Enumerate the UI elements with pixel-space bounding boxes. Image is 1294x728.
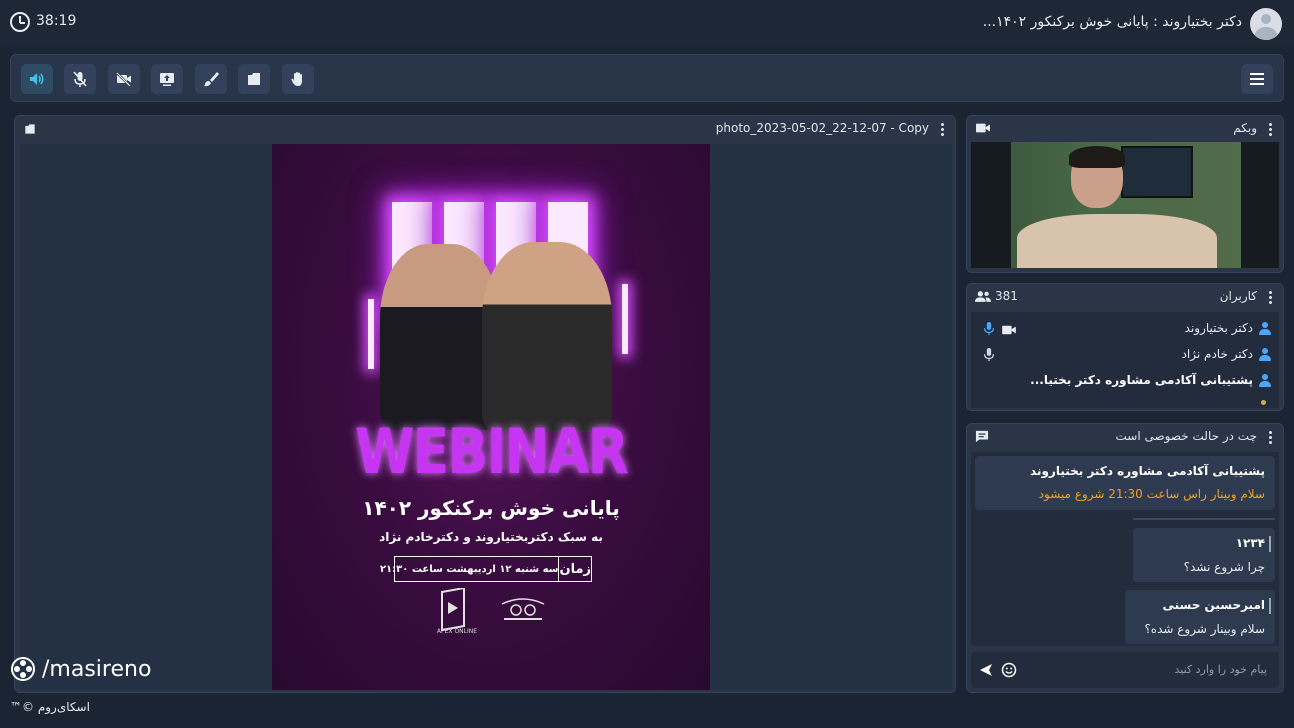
screen-share-button[interactable] bbox=[151, 64, 183, 94]
presentation-panel: photo_2023-05-02_22-12-07 - Copy WEBINAR… bbox=[14, 115, 956, 693]
top-bar: 38:19 دکتر بختیاروند : پایانی خوش برکنکو… bbox=[0, 0, 1294, 46]
speaker-icon bbox=[30, 73, 44, 85]
users-title: کاربران bbox=[1219, 289, 1257, 303]
neon-lamp bbox=[368, 299, 374, 369]
presentation-header: photo_2023-05-02_22-12-07 - Copy bbox=[15, 116, 955, 142]
screen-share-icon bbox=[160, 73, 174, 86]
person-body bbox=[1017, 214, 1217, 268]
person-hair bbox=[1069, 146, 1125, 168]
tv-screen bbox=[1121, 146, 1193, 198]
webcam-title: وبکم bbox=[1233, 121, 1257, 135]
chat-message-author: پشتیبانی آکادمی مشاوره دکتر بختیاروند bbox=[1030, 464, 1265, 478]
room-avatar[interactable] bbox=[1250, 8, 1282, 40]
quote-bar bbox=[1269, 598, 1271, 614]
toolbar bbox=[10, 54, 1284, 102]
poster-time-value: سه شنبه ۱۲ اردیبهشت ساعت ۲۱:۳۰ bbox=[379, 563, 559, 575]
presentation-options-icon[interactable] bbox=[937, 121, 947, 137]
chat-message-text: چرا شروع نشد؟ bbox=[1183, 560, 1265, 574]
watermark: /masireno bbox=[10, 654, 151, 684]
raise-hand-button[interactable] bbox=[282, 64, 314, 94]
speaker-button[interactable] bbox=[21, 64, 53, 94]
user-row[interactable]: دکتر خادم نژاد bbox=[971, 342, 1279, 368]
film-reel-icon bbox=[11, 657, 35, 681]
brand-label: اسکای‌روم ©™ bbox=[10, 700, 90, 714]
neon-lamp bbox=[622, 284, 628, 354]
poster-time-label: زمان bbox=[558, 557, 591, 581]
users-header: 381 کاربران bbox=[967, 284, 1283, 310]
poster-subtitle: به سبک دکتربختیاروند و دکترخادم نژاد bbox=[379, 530, 603, 544]
chat-icon bbox=[975, 430, 989, 443]
users-list: دکتر بختیاروند دکتر خادم نژاد پشتیبانی آ… bbox=[971, 312, 1279, 408]
chat-message-text: سلام وبینار راس ساعت 21:30 شروع میشود bbox=[1038, 487, 1265, 501]
poster-headline: WEBINAR bbox=[354, 415, 629, 488]
chat-message-author: امیرحسین حسنی bbox=[1162, 598, 1265, 612]
hamburger-icon bbox=[1250, 73, 1264, 85]
poster-title: پایانی خوش برکنکور ۱۴۰۲ bbox=[362, 496, 620, 520]
chat-options-icon[interactable] bbox=[1265, 429, 1275, 445]
microphone-icon bbox=[984, 348, 994, 362]
document-icon bbox=[248, 73, 260, 85]
quote-bar bbox=[1269, 536, 1271, 552]
user-name: پشتیبانی آکادمی مشاوره دکتر بختیا... bbox=[1030, 373, 1253, 387]
mic-muted-icon bbox=[73, 71, 87, 87]
send-icon[interactable] bbox=[979, 663, 993, 677]
video-background bbox=[1241, 142, 1279, 268]
chat-input[interactable]: پیام خود را وارد کنید bbox=[971, 652, 1279, 688]
users-panel: 381 کاربران دکتر بختیاروند دکتر خادم نژا… bbox=[966, 283, 1284, 411]
chat-message-text: سلام وبینار شروع شده؟ bbox=[1144, 622, 1265, 636]
user-name: دکتر بختیاروند bbox=[1184, 321, 1253, 335]
video-background bbox=[971, 142, 1011, 268]
chat-message-author: ۱۲۳۴ bbox=[1235, 536, 1265, 550]
poster-time-box: زمان سه شنبه ۱۲ اردیبهشت ساعت ۲۱:۳۰ bbox=[380, 556, 592, 582]
host-photo-right bbox=[482, 242, 612, 432]
webcam-options-icon[interactable] bbox=[1265, 121, 1275, 137]
microphone-button[interactable] bbox=[64, 64, 96, 94]
user-name: دکتر خادم نژاد bbox=[1181, 347, 1253, 361]
chat-message: امیرحسین حسنی سلام وبینار شروع شده؟ bbox=[1125, 590, 1275, 644]
user-row[interactable]: پشتیبانی آکادمی مشاوره دکتر بختیا... bbox=[971, 368, 1279, 394]
message-divider bbox=[1133, 518, 1275, 520]
chat-panel: چت در حالت خصوصی است پشتیبانی آکادمی مشا… bbox=[966, 423, 1284, 693]
emoji-icon[interactable] bbox=[1001, 662, 1017, 678]
raise-hand-icon bbox=[291, 72, 302, 86]
scroll-indicator-dot bbox=[1261, 400, 1266, 405]
camera-off-icon bbox=[116, 72, 131, 87]
user-icon bbox=[1259, 322, 1271, 335]
brush-icon bbox=[204, 72, 219, 87]
user-row[interactable]: دکتر بختیاروند bbox=[971, 316, 1279, 342]
users-icon bbox=[975, 291, 991, 302]
webinar-poster: WEBINAR پایانی خوش برکنکور ۱۴۰۲ به سبک د… bbox=[272, 144, 710, 690]
presentation-filename: photo_2023-05-02_22-12-07 - Copy bbox=[715, 121, 929, 135]
user-icon bbox=[1259, 374, 1271, 387]
file-button[interactable] bbox=[238, 64, 270, 94]
webcam-panel: وبکم bbox=[966, 115, 1284, 273]
room-title: دکتر بختیاروند : پایانی خوش برکنکور ۱۴۰۲… bbox=[982, 14, 1242, 30]
main-menu-button[interactable] bbox=[1241, 64, 1273, 94]
users-count: 381 bbox=[995, 289, 1018, 303]
chat-messages: پشتیبانی آکادمی مشاوره دکتر بختیاروند سل… bbox=[971, 452, 1279, 646]
user-icon bbox=[1259, 348, 1271, 361]
chat-message: پشتیبانی آکادمی مشاوره دکتر بختیاروند سل… bbox=[975, 456, 1275, 510]
chat-header: چت در حالت خصوصی است bbox=[967, 424, 1283, 450]
whiteboard-button[interactable] bbox=[195, 64, 227, 94]
webcam-header: وبکم bbox=[967, 116, 1283, 142]
chat-input-placeholder: پیام خود را وارد کنید bbox=[1174, 663, 1267, 676]
users-options-icon[interactable] bbox=[1265, 289, 1275, 305]
webcam-video[interactable] bbox=[971, 142, 1279, 268]
watermark-text: /masireno bbox=[42, 656, 152, 682]
camera-icon bbox=[976, 123, 990, 133]
apex-logo-text: APEX ONLINE bbox=[436, 628, 478, 635]
chat-message: ۱۲۳۴ چرا شروع نشد؟ bbox=[1133, 528, 1275, 582]
microphone-icon bbox=[984, 322, 994, 336]
presentation-canvas[interactable]: WEBINAR پایانی خوش برکنکور ۱۴۰۲ به سبک د… bbox=[20, 144, 952, 690]
camera-icon bbox=[1002, 325, 1016, 335]
chat-title: چت در حالت خصوصی است bbox=[1115, 429, 1258, 443]
document-icon bbox=[25, 124, 35, 134]
session-timer: 38:19 bbox=[36, 13, 77, 29]
academy-logo-icon bbox=[501, 598, 545, 620]
clock-icon bbox=[10, 12, 30, 32]
camera-button[interactable] bbox=[108, 64, 140, 94]
